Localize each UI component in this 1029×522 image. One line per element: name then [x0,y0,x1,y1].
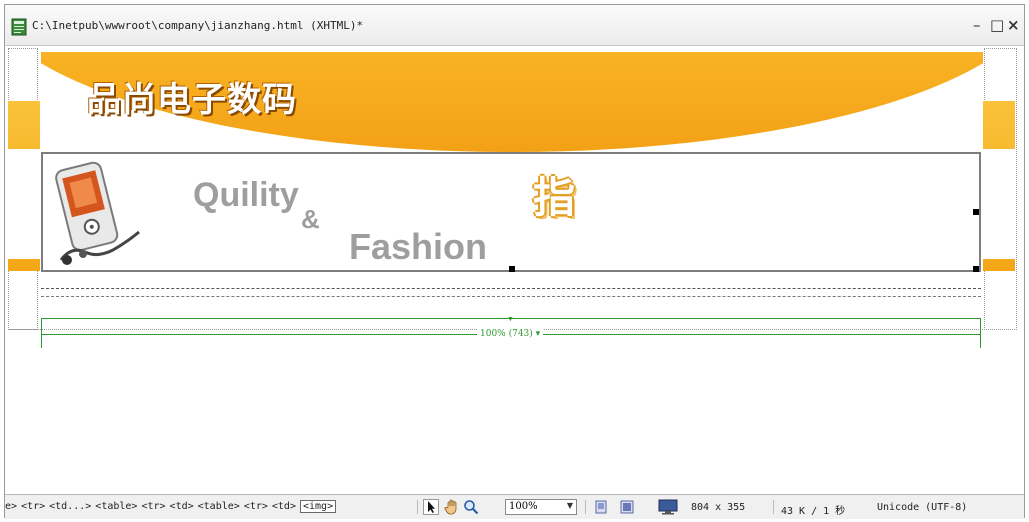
tag-selector-item[interactable]: <td> [272,501,296,512]
zoom-tool-icon[interactable] [463,499,479,515]
tag-selector-item[interactable]: <td> [170,501,194,512]
resize-handle-bottom-middle[interactable] [509,266,515,272]
table-row-outline [41,288,981,289]
slogan-quility: Quility [193,176,299,214]
resize-handle-right-middle[interactable] [973,209,979,215]
window-title: C:\Inetpub\wwwroot\company\jianzhang.htm… [32,19,364,32]
tag-selector-item[interactable]: <table> [198,501,240,512]
banner-header-image[interactable]: 品尚电子数码 [41,52,983,152]
tag-selector-item[interactable]: <tr> [244,501,268,512]
download-size-time: 43 K / 1 秒 [781,506,846,517]
table-row-outline-2 [41,296,981,297]
encoding: Unicode (UTF-8) [877,502,968,513]
panel-icon-2[interactable] [619,499,635,515]
chevron-down-icon: ▼ [507,316,514,323]
title-bar: C:\Inetpub\wwwroot\company\jianzhang.htm… [5,5,1024,46]
zoom-value: 100% [509,501,538,512]
table-width-label[interactable]: 100% (743) ▾ [477,329,544,339]
zoom-select[interactable]: 100% ▼ [505,499,577,515]
status-bar: e> <tr> <td...> <table> <tr> <td> <table> <tr> <… [5,494,1024,519]
slogan-fashion: Fashion [349,226,488,267]
resize-handle-bottom-right[interactable] [973,266,979,272]
decorative-character: 指 [533,173,576,222]
slogan-ampersand: & [301,204,320,234]
tag-selector-item[interactable]: <table> [95,501,137,512]
tag-selector-item[interactable]: e> [5,501,17,512]
design-canvas[interactable]: 品尚电子数码 Quility & Fashion 指 ▼ 100% (743) … [5,46,1024,494]
chevron-down-icon: ▼ [566,501,573,510]
tag-selector-item[interactable]: <td...> [49,501,91,512]
document-window: C:\Inetpub\wwwroot\company\jianzhang.htm… [4,4,1025,519]
side-band-right [983,101,1015,271]
tag-selector-item[interactable]: <tr> [141,501,165,512]
logo-text: 品尚电子数码 [87,80,297,120]
close-button[interactable]: × [1007,16,1020,34]
tag-selector-item[interactable]: <tr> [21,501,45,512]
document-icon [11,18,27,36]
tag-selector-item-selected[interactable]: <img> [299,500,337,513]
tag-selector: e> <tr> <td...> <table> <tr> <td> <table> <tr> <… [5,500,340,513]
window-size[interactable]: 804 x 355 [691,502,745,513]
hand-tool-icon[interactable] [444,499,460,515]
monitor-icon[interactable] [657,499,679,515]
mobile-phone-image [55,161,140,265]
table-width-indicator[interactable]: ▼ 100% (743) ▾ [41,312,981,348]
panel-icon[interactable] [593,499,609,515]
maximize-button[interactable]: □ [990,16,1004,34]
minimize-button[interactable]: – [973,16,981,34]
banner-image-selected[interactable]: Quility & Fashion 指 [41,152,981,272]
select-tool-icon[interactable] [423,499,439,515]
side-band-left [8,101,40,271]
